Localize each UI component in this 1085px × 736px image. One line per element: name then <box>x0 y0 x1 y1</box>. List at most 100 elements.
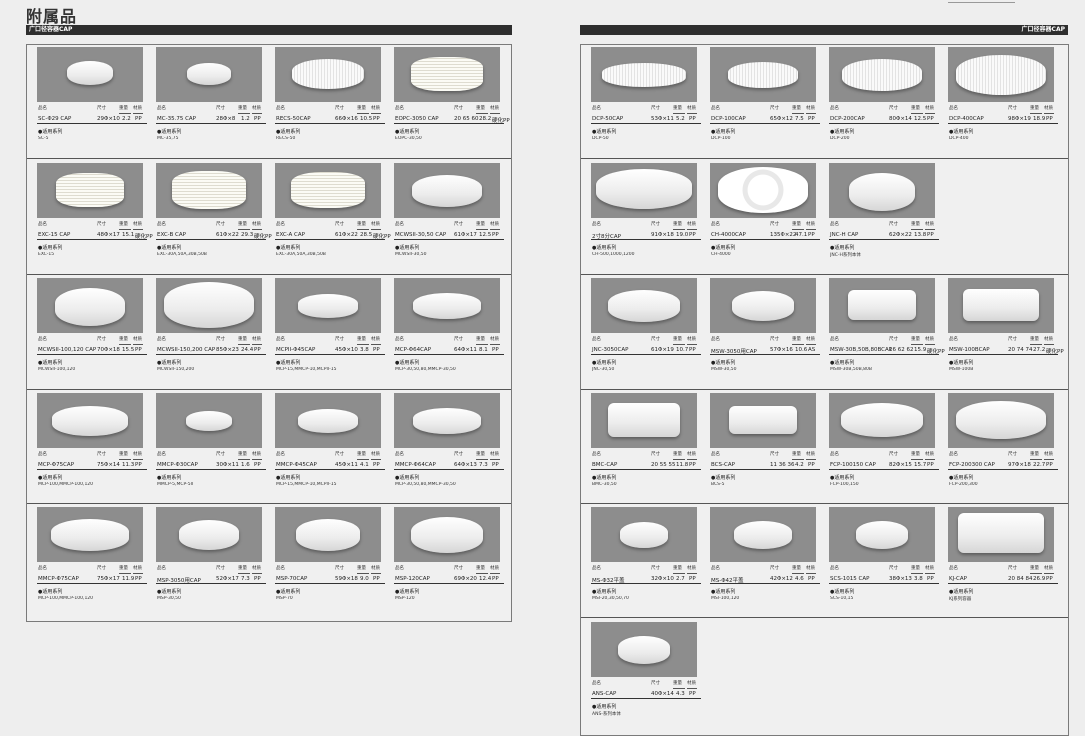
series-value: MCWSII-150,200 <box>157 367 195 372</box>
spec-row: MSW-3050用CAP 57Φ×16 10.6 AS <box>710 346 820 355</box>
product-size: 45Φ×11 <box>335 462 358 468</box>
header-material: 材质 <box>371 452 380 457</box>
product-size: 20 55 55 <box>651 462 676 468</box>
right-section-bar: 广口径容器CAP <box>580 25 1068 35</box>
product-name: CH-4000CAP <box>711 232 746 238</box>
cap-image <box>732 291 794 321</box>
product-name: MCWSII-150,200 CAP <box>157 347 216 353</box>
product-card: 品名 尺寸 重量 材质 KJ-CAP 20 84 84 26.9 PP ●适用系列 KJ系列容器 <box>948 507 1058 613</box>
header-size: 尺寸 <box>889 566 898 571</box>
product-weight: 24.4 <box>241 347 254 353</box>
header-name: 品名 <box>830 566 839 571</box>
product-size: 20 84 84 <box>1008 576 1033 582</box>
header-material: 材质 <box>371 106 380 111</box>
product-weight: 11.9 <box>122 576 135 582</box>
product-name: MCP-Φ64CAP <box>395 347 432 353</box>
cap-image <box>51 519 129 551</box>
product-weight: 7.5 <box>795 116 804 122</box>
cap-image <box>718 167 808 213</box>
product-name: MCWSII-100,120 CAP <box>38 347 97 353</box>
product-size: 61Φ×22 <box>335 232 358 238</box>
product-weight: 15.7 <box>914 462 927 468</box>
header-weight: 重量 <box>119 452 128 457</box>
spec-divider <box>490 573 500 574</box>
product-photo <box>156 163 262 218</box>
header-size: 尺寸 <box>770 337 779 342</box>
product-card: 品名 尺寸 重量 材质 MMCP-Φ75CAP 75Φ×17 11.9 PP ●适用系列 MCP-… <box>37 507 147 613</box>
header-weight: 重量 <box>119 106 128 111</box>
product-card: 品名 尺寸 重量 材质 FCP-100150 CAP 82Φ×15 15.7 PP ●适用系列 F… <box>829 393 939 499</box>
spec-header: 品名 尺寸 重量 材质 <box>37 451 147 458</box>
header-material: 材质 <box>687 681 696 686</box>
product-name: JNC-H CAP <box>830 232 859 238</box>
header-material: 材质 <box>252 222 261 227</box>
spec-divider <box>490 459 500 460</box>
header-size: 尺寸 <box>216 566 225 571</box>
series-label: ●适用系列 <box>38 245 63 251</box>
series-value: DCP-100 <box>711 136 731 141</box>
product-weight: 1.6 <box>241 462 250 468</box>
product-weight: 5.2 <box>676 116 685 122</box>
product-size: 85Φ×23 <box>216 347 239 353</box>
series-label: ●适用系列 <box>830 129 855 135</box>
product-size: 61Φ×19 <box>651 347 674 353</box>
spec-row: MSW-30B,50B,80BCAP 16 62 62 15.9 硬化PP <box>829 346 945 355</box>
cap-image <box>412 175 482 207</box>
spec-divider <box>1044 459 1054 460</box>
series-label: ●适用系列 <box>830 360 855 366</box>
series-value: MC-35,75 <box>157 136 179 141</box>
spec-divider <box>357 344 369 345</box>
spec-divider <box>806 459 816 460</box>
product-name: MMCP-Φ30CAP <box>157 462 198 468</box>
header-weight: 重量 <box>792 452 801 457</box>
header-weight: 重量 <box>911 337 920 342</box>
header-weight: 重量 <box>476 106 485 111</box>
product-weight: 9.0 <box>360 576 369 582</box>
header-size: 尺寸 <box>651 566 660 571</box>
header-weight: 重量 <box>119 222 128 227</box>
series-label: ●适用系列 <box>395 475 420 481</box>
header-size: 尺寸 <box>454 222 463 227</box>
spec-row: BCS-CAP 11 36 36 4.2 PP <box>710 461 820 470</box>
product-material: PP <box>135 116 142 122</box>
spec-row: SCS-1015 CAP 38Φ×13 3.8 PP <box>829 575 939 584</box>
spec-header: 品名 尺寸 重量 材质 <box>829 451 939 458</box>
row-separator <box>581 617 1068 618</box>
spec-divider <box>371 229 381 230</box>
product-material: PP <box>689 462 696 468</box>
product-weight: 11.8 <box>676 462 689 468</box>
product-card: 品名 尺寸 重量 材质 MS-Φ32平盖 32Φ×10 2.7 PP ●适用系列 MSI-20,3… <box>591 507 701 613</box>
header-weight: 重量 <box>1030 337 1039 342</box>
spec-row: DCP-100CAP 65Φ×12 7.5 PP <box>710 115 820 124</box>
header-material: 材质 <box>1044 106 1053 111</box>
spec-divider <box>911 113 923 114</box>
product-card: 品名 尺寸 重量 材质 EXC-15 CAP 48Φ×17 15.1 硬化PP ●适用系列 EXC… <box>37 163 153 269</box>
spec-divider <box>1030 573 1042 574</box>
product-card: 品名 尺寸 重量 材质 RECS-50CAP 66Φ×16 10.5 PP ●适用系列 RECS-… <box>275 47 385 153</box>
product-name: ANS-CAP <box>592 691 617 697</box>
spec-divider <box>490 113 500 114</box>
spec-row: RECS-50CAP 66Φ×16 10.5 PP <box>275 115 385 124</box>
product-card: 品名 尺寸 重量 材质 DCP-400CAP 98Φ×19 18.9 PP ●适用系列 DCP-4… <box>948 47 1058 153</box>
spec-row: JNC-3050CAP 61Φ×19 10.7 PP <box>591 346 701 355</box>
header-size: 尺寸 <box>335 337 344 342</box>
product-name: MMCP-Φ45CAP <box>276 462 317 468</box>
cap-image <box>411 517 483 553</box>
cap-image <box>179 520 239 550</box>
product-size: 82Φ×15 <box>889 462 912 468</box>
product-material: PP <box>689 347 696 353</box>
product-card: 品名 尺寸 重量 材质 DCP-100CAP 65Φ×12 7.5 PP ●适用系列 DCP-10… <box>710 47 820 153</box>
product-photo <box>710 507 816 562</box>
spec-row: MMCP-Φ64CAP 64Φ×13 7.3 PP <box>394 461 504 470</box>
cap-image <box>848 290 916 320</box>
product-weight: 18.9 <box>1033 116 1046 122</box>
series-value: MMCP-5,MCP-5II <box>157 482 194 487</box>
product-size: 53Φ×11 <box>651 116 674 122</box>
product-weight: 2.2 <box>122 116 131 122</box>
header-weight: 重量 <box>673 222 682 227</box>
series-value: JNC-H系列本体 <box>830 253 861 258</box>
product-name: MSW-3050用CAP <box>711 349 757 355</box>
header-size: 尺寸 <box>770 222 779 227</box>
spec-divider <box>792 229 804 230</box>
header-weight: 重量 <box>476 337 485 342</box>
